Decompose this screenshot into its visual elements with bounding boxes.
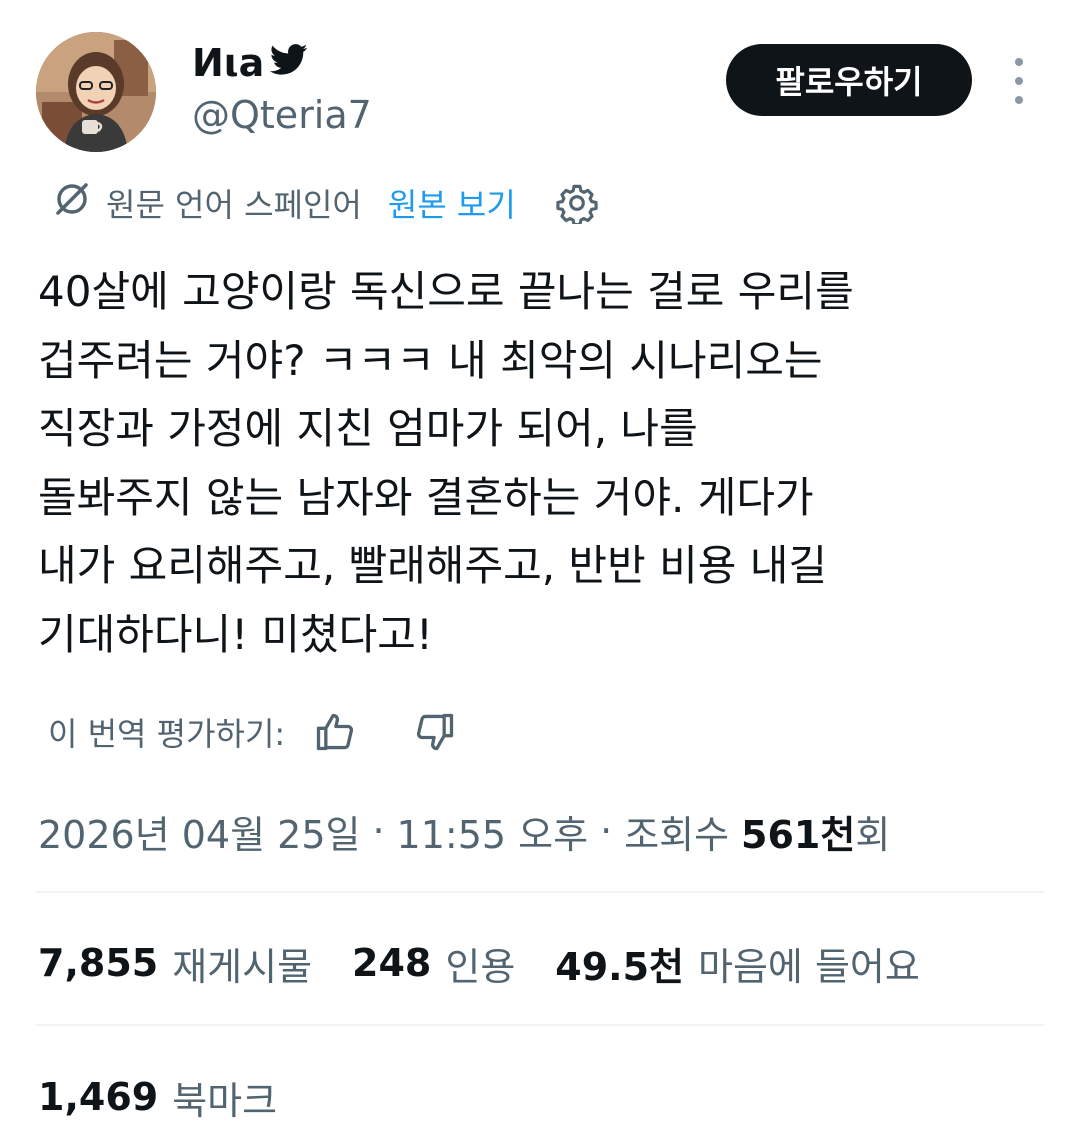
meta-separator: · (372, 809, 385, 853)
reposts-stat[interactable]: 7,855 재게시물 (38, 936, 312, 991)
tweet-meta: 2026년 04월 25일 · 11:55 오후 · 조회수 561천 회 (38, 804, 891, 859)
bookmarks-label: 북마크 (172, 1078, 278, 1123)
thumbs-down-icon[interactable] (413, 710, 457, 754)
tweet-text: 40살에 고양이랑 독신으로 끝나는 걸로 우리를 겁주려는 거야? ㅋㅋㅋ 내… (38, 258, 1028, 669)
follow-button[interactable]: 팔로우하기 (726, 44, 972, 116)
tweet-line: 돌봐주지 않는 남자와 결혼하는 거야. 게다가 (38, 472, 814, 522)
display-name-text[interactable]: Иιa (192, 40, 264, 86)
tweet-header: Иιa @Qteria7 팔로우하기 (36, 30, 1046, 160)
tweet-time[interactable]: 11:55 오후 (397, 804, 589, 859)
quotes-count: 248 (352, 941, 432, 985)
rate-label: 이 번역 평가하기: (48, 715, 286, 753)
likes-label: 마음에 들어요 (698, 944, 920, 989)
likes-stat[interactable]: 49.5천 마음에 들어요 (555, 936, 920, 991)
reposts-label: 재게시물 (172, 944, 313, 989)
quotes-label: 인용 (445, 944, 516, 989)
rate-translation: 이 번역 평가하기: (48, 706, 457, 758)
views-label: 조회수 (624, 812, 730, 857)
quotes-stat[interactable]: 248 인용 (352, 936, 515, 991)
tweet-line: 40살에 고양이랑 독신으로 끝나는 걸로 우리를 (38, 267, 854, 316)
show-original-link[interactable]: 원본 보기 (388, 180, 516, 226)
divider (36, 891, 1044, 893)
more-dot (1015, 77, 1023, 85)
reposts-count: 7,855 (38, 941, 159, 985)
meta-separator: · (600, 809, 613, 853)
more-dot (1015, 58, 1023, 66)
translate-icon (52, 179, 92, 227)
tweet-line: 직장과 가정에 지친 엄마가 되어, 나를 (38, 404, 698, 453)
engagement-stats: 7,855 재게시물 248 인용 49.5천 마음에 들어요 (38, 936, 960, 991)
more-dot (1015, 96, 1023, 104)
views-suffix: 회 (855, 812, 891, 857)
handle[interactable]: @Qteria7 (192, 90, 372, 140)
tweet-line: 내가 요리해주고, 빨래해주고, 반반 비용 내길 (38, 541, 827, 590)
bookmarks-stat[interactable]: 1,469 북마크 (38, 1072, 317, 1123)
source-language: 원문 언어 스페인어 (106, 186, 362, 224)
gear-icon[interactable] (556, 182, 598, 224)
bird-icon (270, 40, 308, 86)
divider (36, 1024, 1044, 1026)
tweet-line: 겁주려는 거야? ㅋㅋㅋ 내 최악의 시나리오는 (38, 335, 823, 385)
more-options-icon[interactable] (1004, 58, 1034, 104)
avatar[interactable] (36, 32, 156, 152)
tweet-line: 기대하다니! 미쳤다고! (38, 609, 433, 659)
tweet-date[interactable]: 2026년 04월 25일 (38, 804, 360, 859)
thumbs-up-icon[interactable] (313, 710, 357, 754)
likes-count: 49.5천 (555, 944, 685, 989)
bookmarks-count: 1,469 (38, 1075, 159, 1119)
name-block: Иιa @Qteria7 (192, 40, 372, 140)
views-count: 561천 (741, 812, 856, 857)
display-name[interactable]: Иιa (192, 40, 372, 86)
translation-bar: 원문 언어 스페인어 원본 보기 (52, 178, 598, 228)
